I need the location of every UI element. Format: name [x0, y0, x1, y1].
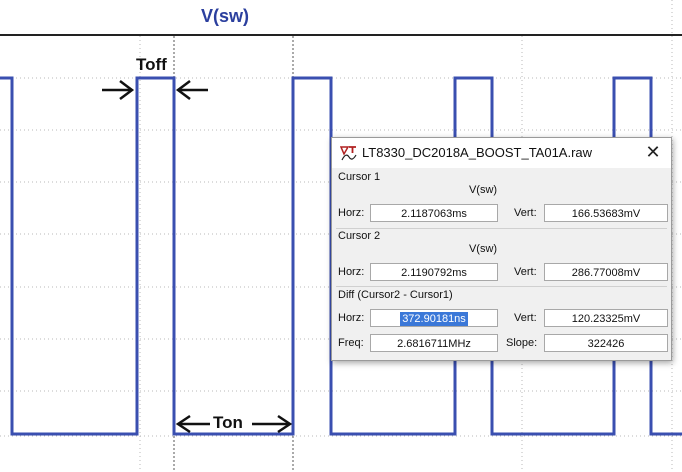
cursor2-vert-label: Vert: [514, 266, 537, 278]
diff-freq-field[interactable]: 2.6816711MHz [370, 334, 498, 352]
dialog-title: LT8330_DC2018A_BOOST_TA01A.raw [362, 145, 593, 160]
diff-horz-selected-text: 372.90181ns [400, 312, 468, 326]
diff-slope-label: Slope: [506, 337, 538, 349]
diff-horz-label: Horz: [338, 312, 365, 324]
toff-arrows [102, 80, 208, 100]
cursor1-section-label: Cursor 1 [338, 171, 381, 183]
diff-vert-field[interactable]: 120.23325mV [544, 309, 668, 327]
dialog-titlebar[interactable]: LT8330_DC2018A_BOOST_TA01A.raw ✕ [332, 138, 671, 168]
divider [336, 286, 667, 287]
cursor1-vert-field[interactable]: 166.53683mV [544, 204, 668, 222]
diff-freq-label: Freq: [338, 337, 364, 349]
diff-section-label: Diff (Cursor2 - Cursor1) [338, 289, 453, 301]
cursor1-horz-label: Horz: [338, 207, 365, 219]
cursor2-horz-field[interactable]: 2.1190792ms [370, 263, 498, 281]
cursor1-trace-label: V(sw) [468, 184, 498, 196]
cursor1-vert-label: Vert: [514, 207, 537, 219]
diff-horz-field[interactable]: 372.90181ns [370, 309, 498, 327]
cursor2-vert-field[interactable]: 286.77008mV [544, 263, 668, 281]
cursor2-trace-label: V(sw) [468, 243, 498, 255]
diff-vert-label: Vert: [514, 312, 537, 324]
cursor2-horz-label: Horz: [338, 266, 365, 278]
cursor1-horz-field[interactable]: 2.1187063ms [370, 204, 498, 222]
cursor-dialog: LT8330_DC2018A_BOOST_TA01A.raw ✕ Cursor … [331, 137, 672, 361]
ltspice-logo-icon [339, 144, 358, 167]
ton-label: Ton [213, 413, 243, 432]
toff-label: Toff [136, 55, 167, 74]
diff-slope-field[interactable]: 322426 [544, 334, 668, 352]
cursor2-section-label: Cursor 2 [338, 230, 381, 242]
close-icon: ✕ [645, 142, 661, 162]
divider [336, 228, 667, 229]
trace-title[interactable]: V(sw) [201, 6, 249, 27]
close-button[interactable]: ✕ [643, 142, 663, 162]
